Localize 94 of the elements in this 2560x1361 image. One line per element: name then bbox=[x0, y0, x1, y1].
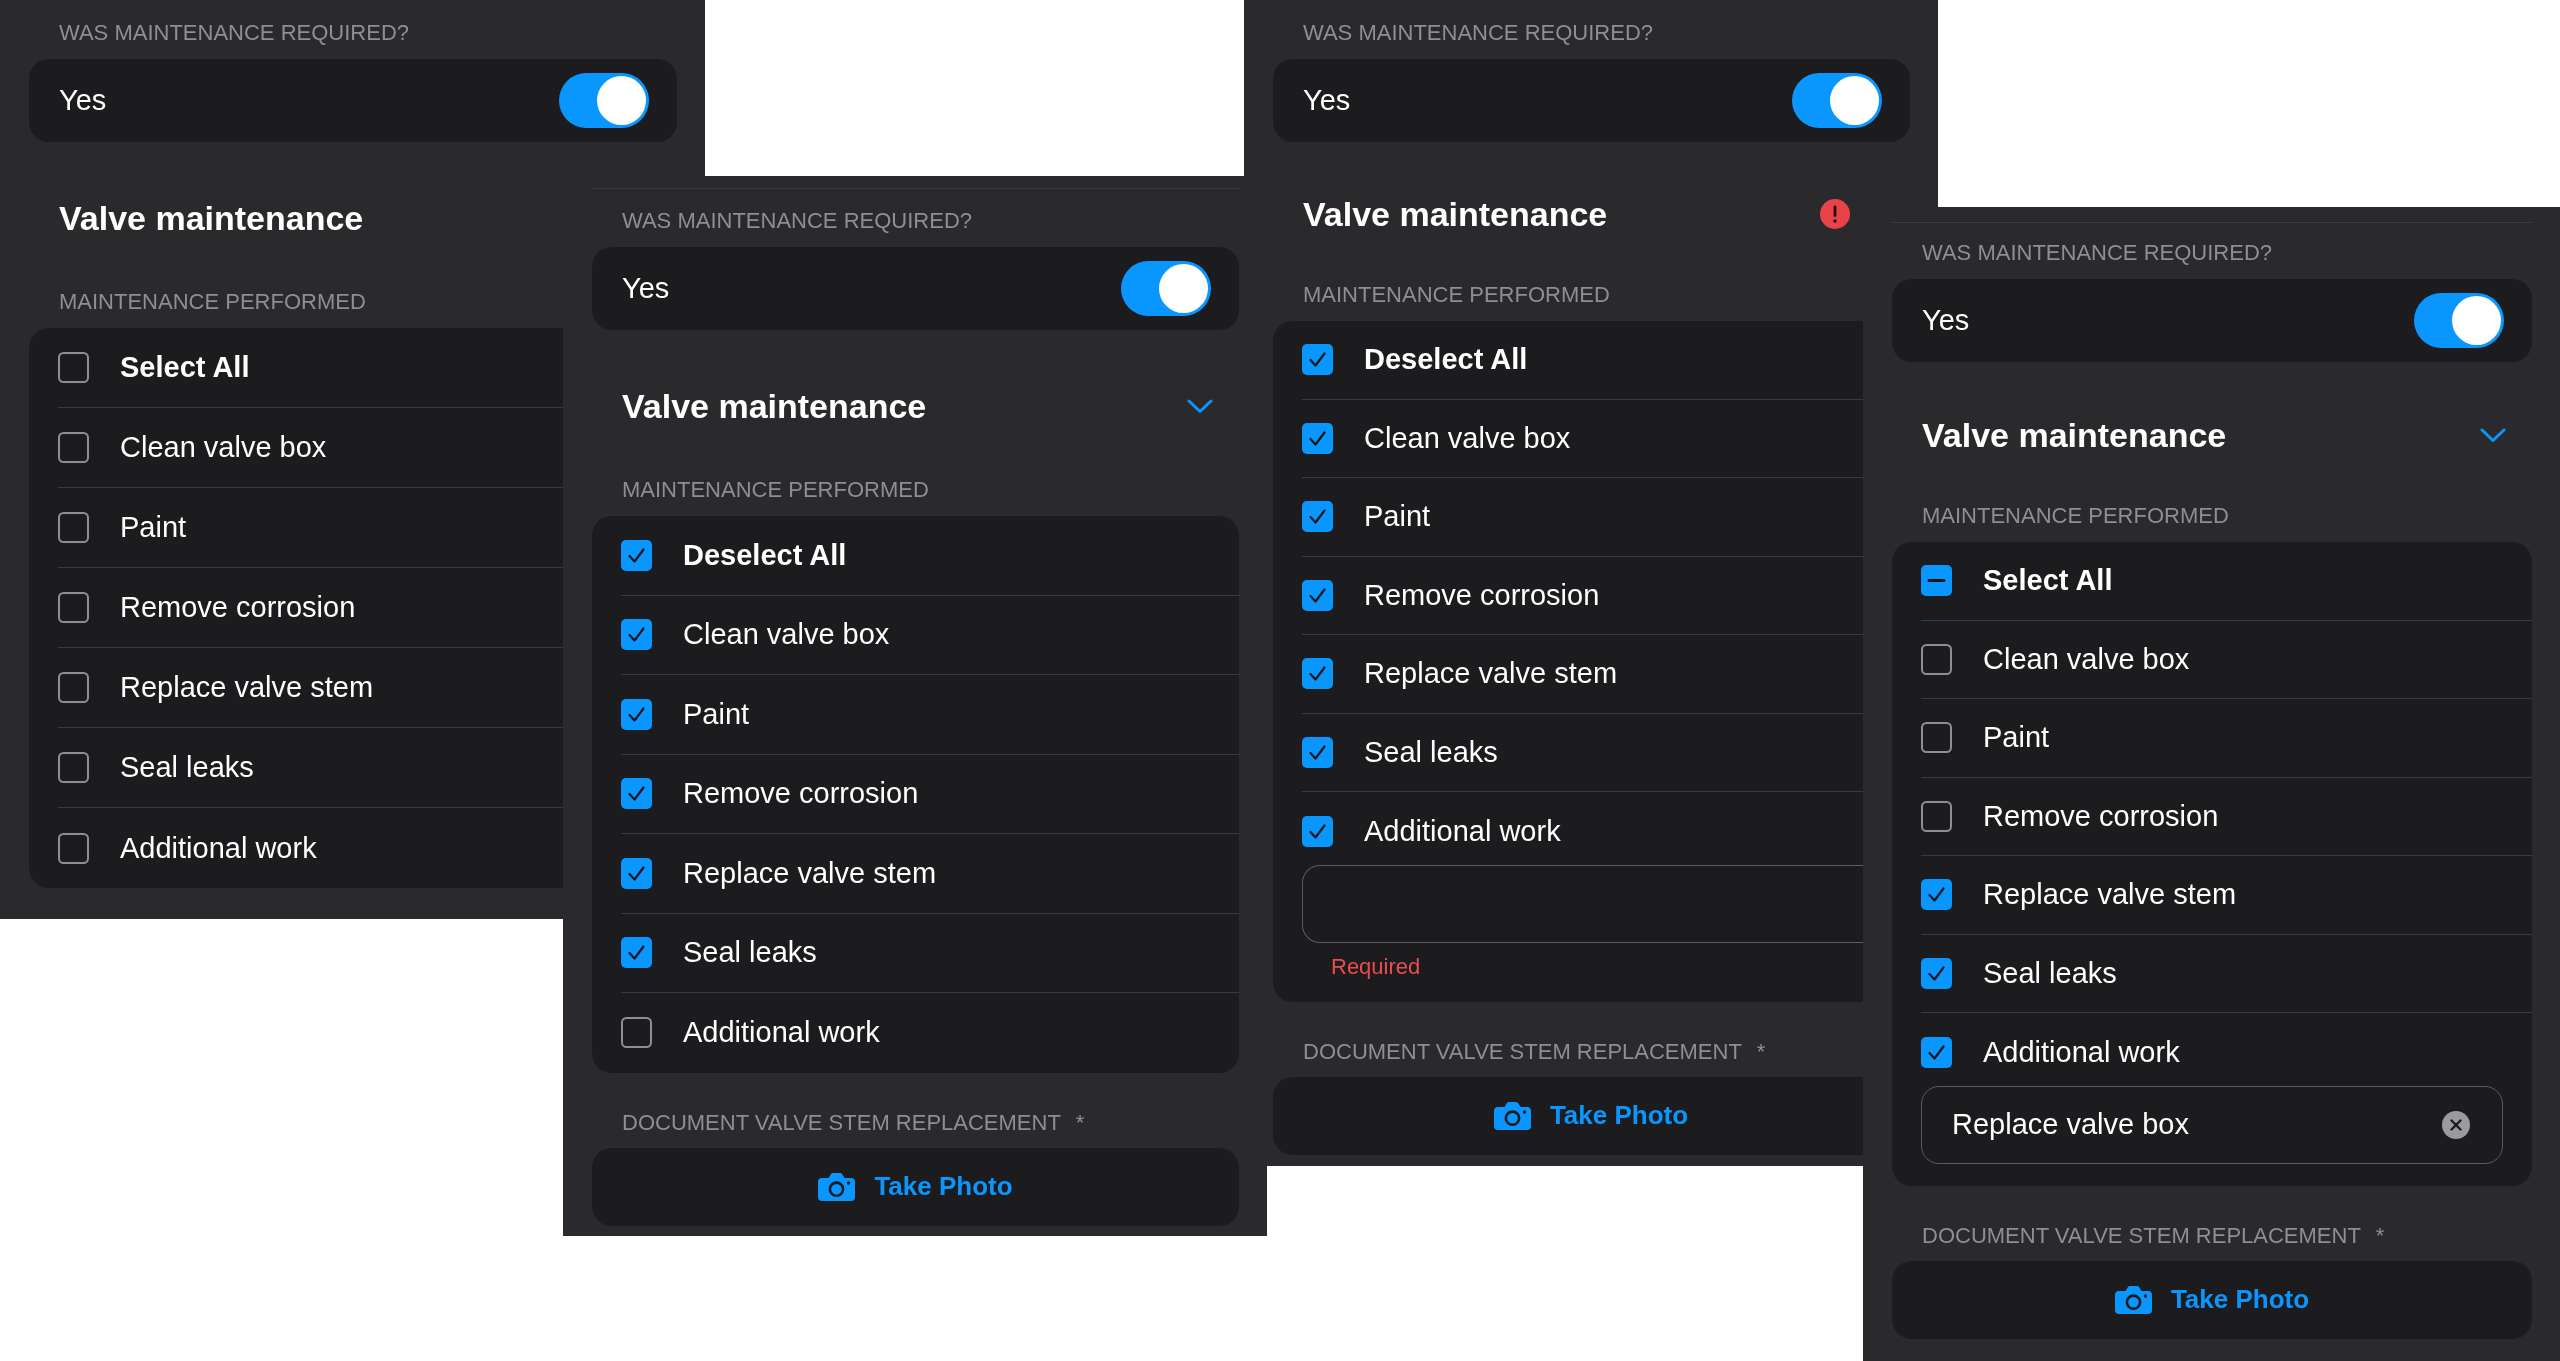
camera-icon bbox=[1493, 1101, 1531, 1130]
checkbox[interactable] bbox=[1921, 1036, 1952, 1068]
text-field[interactable] bbox=[1302, 864, 1863, 943]
option-label: Replace valve stem bbox=[1364, 657, 1618, 691]
option-label: Remove corrosion bbox=[120, 591, 356, 624]
option-label: Replace valve stem bbox=[683, 856, 937, 890]
photo-heading: DOCUMENT VALVE STEM REPLACEMENT bbox=[1922, 1222, 2361, 1249]
checkbox[interactable] bbox=[1302, 501, 1333, 533]
checkbox[interactable] bbox=[58, 592, 89, 623]
section-title: Valve maintenance bbox=[622, 386, 927, 426]
option-label: Paint bbox=[1364, 500, 1431, 534]
checkbox[interactable] bbox=[1921, 879, 1952, 911]
question-label: WAS MAINTENANCE REQUIRED? bbox=[1922, 240, 2272, 266]
checkbox[interactable] bbox=[621, 1017, 652, 1049]
toggle-switch[interactable] bbox=[2414, 293, 2504, 348]
option-label: Remove corrosion bbox=[683, 777, 919, 811]
checkbox[interactable] bbox=[1302, 344, 1333, 376]
toggle-switch[interactable] bbox=[1121, 261, 1211, 316]
required-asterisk: * bbox=[1756, 1038, 1766, 1065]
checkbox[interactable] bbox=[1302, 815, 1333, 847]
question-label: WAS MAINTENANCE REQUIRED? bbox=[1303, 20, 1653, 46]
option-label: Remove corrosion bbox=[1983, 799, 2219, 833]
toggle-label: Yes bbox=[1922, 304, 1970, 337]
option-label: Clean valve box bbox=[120, 431, 327, 464]
required-asterisk: * bbox=[2375, 1222, 2385, 1249]
chevron-down-icon[interactable] bbox=[1187, 398, 1213, 414]
checkbox[interactable] bbox=[1302, 736, 1333, 768]
chevron-down-icon[interactable] bbox=[2480, 427, 2506, 443]
list-heading: MAINTENANCE PERFORMED bbox=[59, 289, 366, 315]
checkbox[interactable] bbox=[58, 672, 89, 703]
checkbox[interactable] bbox=[1921, 565, 1952, 597]
list-heading: MAINTENANCE PERFORMED bbox=[1303, 282, 1610, 308]
option-label: Additional work bbox=[683, 1016, 880, 1050]
option-label: Additional work bbox=[1983, 1035, 2180, 1069]
option-label: Replace valve stem bbox=[1983, 878, 2237, 912]
camera-icon bbox=[818, 1172, 856, 1201]
question-label: WAS MAINTENANCE REQUIRED? bbox=[622, 208, 972, 234]
option-label: Additional work bbox=[120, 831, 317, 865]
option-label: Additional work bbox=[1364, 814, 1561, 848]
photo-heading: DOCUMENT VALVE STEM REPLACEMENT bbox=[1303, 1038, 1742, 1065]
toggle-label: Yes bbox=[1303, 84, 1351, 117]
toggle-switch[interactable] bbox=[559, 73, 649, 128]
option-label: Seal leaks bbox=[683, 936, 817, 970]
list-heading: MAINTENANCE PERFORMED bbox=[622, 477, 929, 503]
option-label: Clean valve box bbox=[1364, 421, 1571, 455]
option-label: Select All bbox=[1983, 564, 2113, 598]
option-label: Clean valve box bbox=[1983, 642, 2190, 676]
error-message: Required bbox=[1331, 953, 1421, 980]
take-photo-button[interactable]: Take Photo bbox=[1892, 1260, 2532, 1339]
checkbox[interactable] bbox=[58, 752, 89, 783]
take-photo-button[interactable]: Take Photo bbox=[1273, 1076, 1863, 1155]
checkbox[interactable] bbox=[621, 937, 652, 969]
checkbox[interactable] bbox=[58, 512, 89, 543]
checkbox[interactable] bbox=[621, 778, 652, 810]
checkbox[interactable] bbox=[1921, 800, 1952, 832]
checkbox[interactable] bbox=[1302, 422, 1333, 454]
option-label: Seal leaks bbox=[120, 751, 254, 784]
checkbox[interactable] bbox=[1921, 643, 1952, 675]
checkbox[interactable] bbox=[1302, 658, 1333, 690]
section-title: Valve maintenance bbox=[1922, 415, 2227, 455]
checkbox[interactable] bbox=[621, 539, 652, 571]
question-label: WAS MAINTENANCE REQUIRED? bbox=[59, 20, 409, 46]
checkbox[interactable] bbox=[58, 352, 89, 383]
option-label: Seal leaks bbox=[1364, 735, 1498, 769]
section-title: Valve maintenance bbox=[1303, 194, 1608, 234]
required-asterisk: * bbox=[1075, 1109, 1085, 1136]
option-label: Deselect All bbox=[1364, 343, 1528, 377]
checkbox[interactable] bbox=[621, 698, 652, 730]
option-label: Paint bbox=[1983, 721, 2050, 755]
option-label: Deselect All bbox=[683, 538, 847, 572]
checkbox[interactable] bbox=[621, 619, 652, 651]
option-label: Paint bbox=[120, 511, 187, 544]
section-title: Valve maintenance bbox=[59, 198, 364, 238]
text-field[interactable]: Replace valve box bbox=[1921, 1085, 2503, 1164]
option-label: Select All bbox=[120, 351, 250, 384]
checkbox[interactable] bbox=[621, 857, 652, 889]
checkbox[interactable] bbox=[58, 432, 89, 463]
toggle-label: Yes bbox=[622, 272, 670, 305]
list-heading: MAINTENANCE PERFORMED bbox=[1922, 503, 2229, 529]
take-photo-button[interactable]: Take Photo bbox=[592, 1147, 1239, 1226]
option-label: Replace valve stem bbox=[120, 671, 374, 704]
photo-heading: DOCUMENT VALVE STEM REPLACEMENT bbox=[622, 1109, 1061, 1136]
checkbox[interactable] bbox=[1921, 722, 1952, 754]
checkbox[interactable] bbox=[1921, 957, 1952, 989]
toggle-switch[interactable] bbox=[1792, 73, 1882, 128]
checkbox[interactable] bbox=[58, 832, 89, 864]
toggle-label: Yes bbox=[59, 84, 107, 117]
option-label: Clean valve box bbox=[683, 618, 890, 652]
clear-icon[interactable] bbox=[2442, 1110, 2470, 1139]
option-label: Remove corrosion bbox=[1364, 578, 1600, 612]
option-label: Seal leaks bbox=[1983, 956, 2117, 990]
checkbox[interactable] bbox=[1302, 579, 1333, 611]
option-label: Paint bbox=[683, 697, 750, 731]
camera-icon bbox=[2114, 1285, 2152, 1314]
